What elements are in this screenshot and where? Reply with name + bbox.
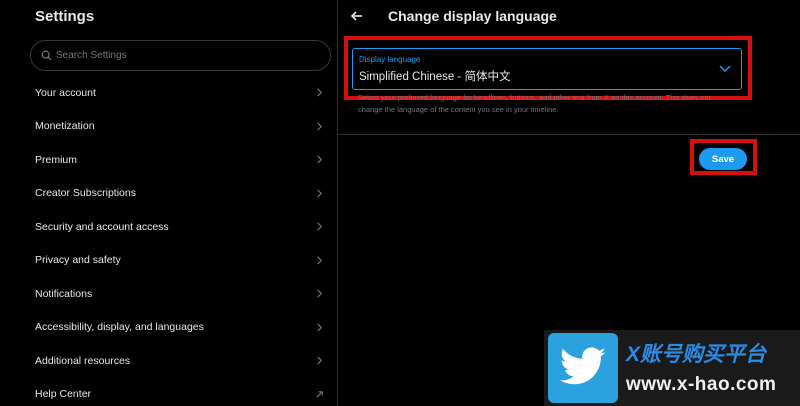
sidebar-item-label: Help Center <box>35 388 92 401</box>
sidebar-item-label: Accessibility, display, and languages <box>35 321 204 334</box>
page-title: Change display language <box>388 8 557 24</box>
sidebar-item-help-center[interactable]: Help Center <box>0 378 338 406</box>
sidebar-item-additional-resources[interactable]: Additional resources <box>0 344 338 378</box>
sidebar-item-your-account[interactable]: Your account <box>0 76 338 110</box>
watermark-url: www.x-hao.com <box>626 374 777 395</box>
sidebar-item-security[interactable]: Security and account access <box>0 210 338 244</box>
sidebar-item-notifications[interactable]: Notifications <box>0 277 338 311</box>
divider <box>338 134 800 135</box>
chevron-right-icon <box>317 189 323 198</box>
back-arrow-icon[interactable] <box>350 9 364 23</box>
watermark-title: X账号购买平台 <box>626 343 767 366</box>
watermark: X账号购买平台 www.x-hao.com <box>544 330 800 406</box>
external-link-icon <box>316 390 323 398</box>
search-placeholder: Search Settings <box>56 50 127 61</box>
highlight-box-save <box>690 139 757 175</box>
help-text: Select your preferred language for headl… <box>358 93 711 114</box>
highlight-box-language <box>344 36 752 100</box>
search-icon <box>41 50 52 61</box>
chevron-right-icon <box>317 356 323 365</box>
chevron-right-icon <box>317 122 323 131</box>
sidebar-item-monetization[interactable]: Monetization <box>0 110 338 144</box>
sidebar-item-label: Security and account access <box>35 220 169 233</box>
bird-icon <box>559 347 606 385</box>
sidebar-item-label: Your account <box>35 86 96 99</box>
sidebar-item-label: Premium <box>35 153 78 166</box>
settings-sidebar: Settings Search Settings Your account Mo… <box>0 0 338 406</box>
sidebar-item-label: Privacy and safety <box>35 254 121 267</box>
sidebar-item-premium[interactable]: Premium <box>0 143 338 177</box>
sidebar-item-label: Notifications <box>35 287 93 300</box>
settings-menu: Your account Monetization Premium Creato… <box>0 76 338 406</box>
chevron-right-icon <box>317 323 323 332</box>
chevron-right-icon <box>317 155 323 164</box>
sidebar-item-label: Monetization <box>35 120 95 133</box>
sidebar-item-label: Creator Subscriptions <box>35 187 136 200</box>
search-input[interactable]: Search Settings <box>30 40 331 71</box>
sidebar-item-creator-subscriptions[interactable]: Creator Subscriptions <box>0 177 338 211</box>
sidebar-item-accessibility[interactable]: Accessibility, display, and languages <box>0 311 338 345</box>
chevron-right-icon <box>317 222 323 231</box>
sidebar-item-label: Additional resources <box>35 354 131 367</box>
chevron-right-icon <box>317 289 323 298</box>
sidebar-item-privacy[interactable]: Privacy and safety <box>0 244 338 278</box>
sidebar-title: Settings <box>35 8 95 25</box>
twitter-bird-logo <box>548 333 618 403</box>
chevron-right-icon <box>317 88 323 97</box>
chevron-right-icon <box>317 256 323 265</box>
